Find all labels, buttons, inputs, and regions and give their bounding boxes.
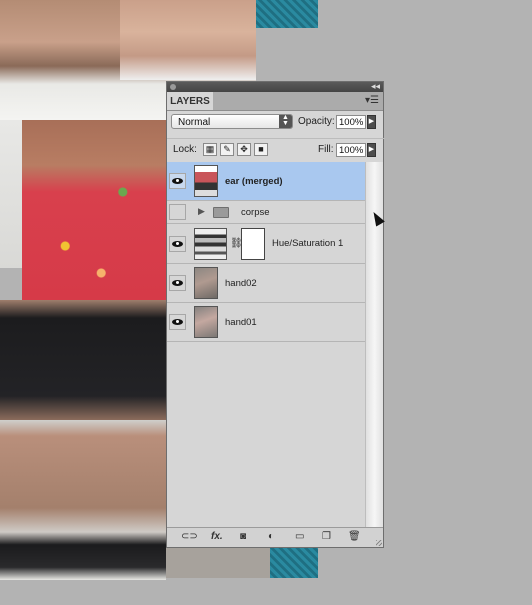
- blend-mode-value: Normal: [178, 117, 211, 128]
- photo-tile-shoes: [0, 420, 166, 580]
- eye-icon: [172, 178, 183, 184]
- panel-tabbar: LAYERS ▾☰: [167, 92, 383, 111]
- lock-label: Lock:: [173, 144, 197, 155]
- trash-icon[interactable]: 🗑: [348, 531, 361, 543]
- layer-mask-thumbnail[interactable]: [241, 228, 265, 260]
- layer-row[interactable]: ▶ corpse: [167, 201, 367, 224]
- blend-row: Normal ▲ ▼ Opacity: 100% ▶: [167, 111, 385, 135]
- layer-name: hand02: [225, 278, 257, 289]
- adjustment-thumbnail: [194, 228, 227, 260]
- layer-name: corpse: [241, 207, 270, 218]
- layer-row[interactable]: ⛓ Hue/Saturation 1: [167, 224, 367, 264]
- photo-tile-teal-2: [270, 548, 318, 578]
- visibility-toggle[interactable]: [169, 173, 186, 189]
- lock-all-icon[interactable]: ■: [254, 143, 268, 156]
- layer-row[interactable]: ear (merged): [167, 162, 367, 201]
- lock-move-icon[interactable]: ✥: [237, 143, 251, 156]
- layer-thumbnail: [194, 165, 218, 197]
- mask-icon[interactable]: ◙: [240, 531, 246, 543]
- layer-thumbnail: [194, 267, 218, 299]
- opacity-field[interactable]: 100%: [336, 115, 366, 129]
- adjustment-icon[interactable]: ◐: [268, 531, 274, 543]
- photo-tile-teal: [256, 0, 318, 28]
- fill-stepper[interactable]: ▶: [367, 143, 376, 157]
- link-icon[interactable]: ⊂⊃: [181, 531, 198, 543]
- visibility-toggle[interactable]: [169, 314, 186, 330]
- layer-name: hand01: [225, 317, 257, 328]
- close-icon[interactable]: [170, 84, 176, 90]
- visibility-toggle[interactable]: [169, 275, 186, 291]
- photo-tile-legs: [0, 300, 166, 420]
- opacity-label: Opacity:: [298, 116, 335, 127]
- folder-icon: [213, 207, 229, 218]
- photo-tile-face-2: [120, 0, 256, 80]
- photo-tile-wall: [0, 120, 22, 268]
- tab-layers[interactable]: LAYERS: [167, 92, 213, 110]
- layers-panel: ◂◂ LAYERS ▾☰ Normal ▲ ▼ Opacity: 100% ▶ L…: [166, 81, 385, 548]
- layers-list: ear (merged) ▶ corpse ⛓ Hue/Saturation 1…: [167, 162, 367, 528]
- panel-titlebar[interactable]: ◂◂: [167, 81, 383, 92]
- lock-row: Lock: ▦ ✎ ✥ ■ Fill: 100% ▶: [167, 138, 385, 161]
- collapse-icon[interactable]: ◂◂: [371, 81, 380, 92]
- folder-icon[interactable]: ▭: [295, 531, 304, 543]
- layer-thumbnail: [194, 306, 218, 338]
- eye-icon: [172, 319, 183, 325]
- visibility-toggle[interactable]: [169, 204, 186, 220]
- resize-grip-icon[interactable]: [376, 540, 382, 546]
- blend-mode-select[interactable]: Normal ▲ ▼: [171, 114, 293, 129]
- photo-tile-dress: [22, 120, 166, 300]
- photo-tile-floor: [166, 548, 270, 578]
- layer-row[interactable]: hand01: [167, 303, 367, 342]
- lock-transparency-icon[interactable]: ▦: [203, 143, 217, 156]
- fill-field[interactable]: 100%: [336, 143, 366, 157]
- panel-menu-icon[interactable]: ▾☰: [365, 95, 379, 106]
- new-layer-icon[interactable]: ❐: [322, 531, 331, 543]
- eye-icon: [172, 280, 183, 286]
- fill-label: Fill:: [318, 144, 334, 155]
- fx-icon[interactable]: fx.: [211, 531, 223, 543]
- opacity-stepper[interactable]: ▶: [367, 115, 376, 129]
- lock-brush-icon[interactable]: ✎: [220, 143, 234, 156]
- eye-icon: [172, 240, 183, 247]
- select-arrows-icon: ▲ ▼: [279, 114, 292, 128]
- panel-bottom-toolbar: ⊂⊃ fx. ◙ ◐ ▭ ❐ 🗑: [167, 527, 383, 547]
- visibility-toggle[interactable]: [169, 235, 186, 252]
- expand-triangle-icon[interactable]: ▶: [198, 206, 205, 217]
- layer-name: ear (merged): [225, 176, 283, 187]
- layer-name: Hue/Saturation 1: [272, 238, 344, 249]
- layer-row[interactable]: hand02: [167, 264, 367, 303]
